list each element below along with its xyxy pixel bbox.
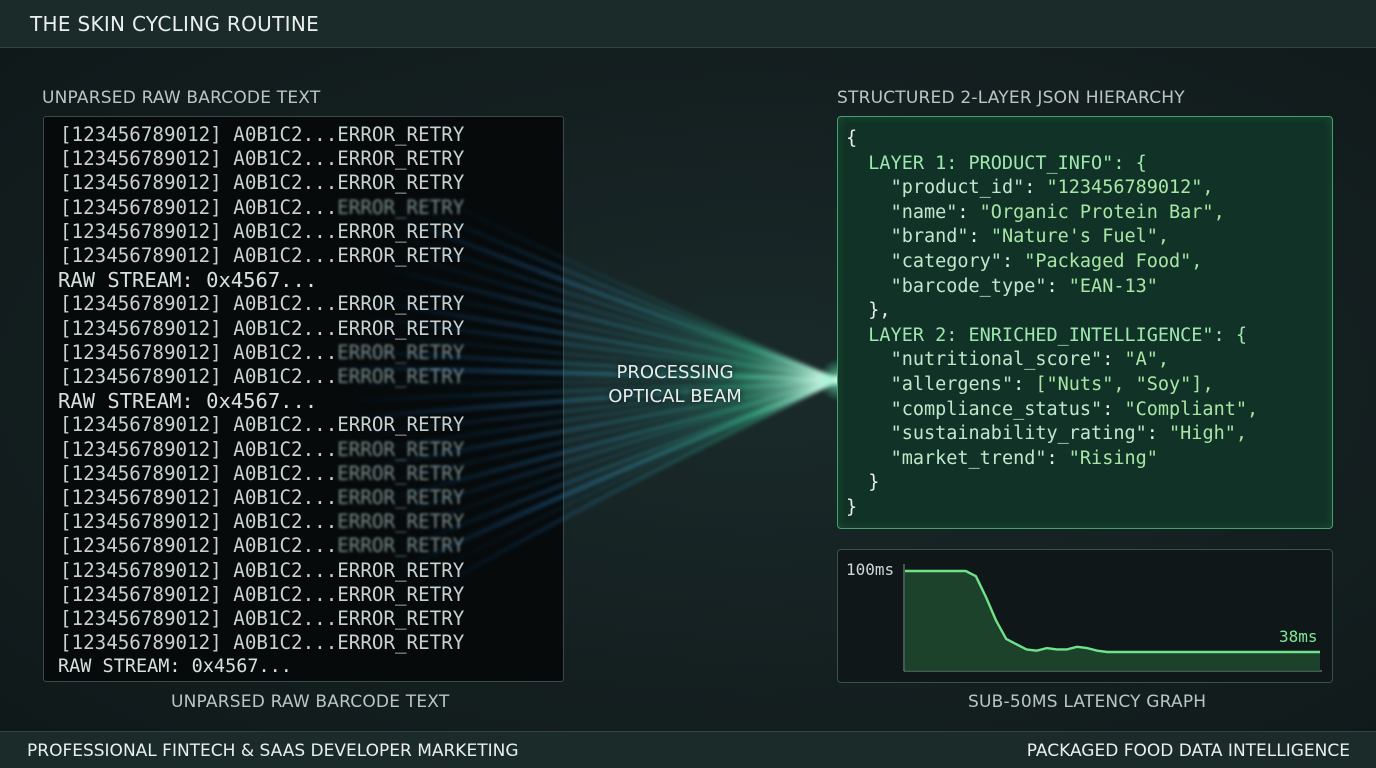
- json-value: "Compliant",: [1124, 398, 1259, 420]
- raw-line-head: [123456789012] A0B1C2...: [60, 486, 338, 510]
- footer-left-text: PROFESSIONAL FINTECH & SAAS DEVELOPER MA…: [27, 741, 519, 761]
- json-key: "product_id": [890, 177, 1025, 199]
- latency-graph-panel: 100ms 38ms: [837, 549, 1333, 683]
- json-field: "nutritional_score": "A",: [890, 349, 1170, 371]
- graph-end-label: 38ms: [1279, 627, 1318, 646]
- beam-label: PROCESSING OPTICAL BEAM: [596, 361, 754, 409]
- raw-line-head: [123456789012] A0B1C2...: [60, 437, 338, 461]
- json-field: "allergens": ["Nuts", "Soy"],: [890, 373, 1214, 395]
- json-value: ["Nuts", "Soy"],: [1035, 373, 1214, 395]
- beam-label-line1: PROCESSING: [616, 362, 734, 383]
- json-value: "EAN-13": [1068, 275, 1158, 297]
- raw-line-head: [123456789012] A0B1C2...: [60, 340, 338, 364]
- latency-graph-caption: SUB-50MS LATENCY GRAPH: [968, 692, 1207, 712]
- json-key: "name": [890, 201, 958, 223]
- json-hierarchy-panel: { LAYER 1: PRODUCT_INFO": { "product_id"…: [837, 116, 1333, 529]
- raw-line-head: [123456789012] A0B1C2...: [60, 510, 338, 534]
- page-title: THE SKIN CYCLING ROUTINE: [30, 12, 320, 36]
- raw-panel-caption: UNPARSED RAW BARCODE TEXT: [171, 692, 450, 712]
- json-field: "category": "Packaged Food",: [890, 250, 1203, 272]
- json-open-brace: {: [846, 128, 858, 149]
- json-key: "nutritional_score": [890, 349, 1103, 371]
- json-field: "market_trend": "Rising": [890, 447, 1158, 469]
- layer2-header-text: LAYER 2: ENRICHED_INTELLIGENCE": {: [868, 324, 1247, 346]
- json-layer2-close: }: [846, 471, 1258, 496]
- beam-ray: [389, 212, 841, 382]
- raw-panel-heading: UNPARSED RAW BARCODE TEXT: [42, 88, 321, 108]
- json-value: "A",: [1124, 349, 1170, 371]
- layer1-header-text: LAYER 1: PRODUCT_INFO": {: [868, 152, 1147, 174]
- json-value: "Nature's Fuel",: [990, 226, 1170, 248]
- raw-line: [123456789012] A0B1C2...ERROR_RETRY: [60, 123, 465, 146]
- layer1-close-text: },: [868, 300, 891, 322]
- raw-line: [123456789012] A0B1C2...ERROR_RETRY: [60, 147, 465, 171]
- raw-line-head: [123456789012] A0B1C2...: [60, 461, 338, 485]
- raw-line-head: [123456789012] A0B1C2...: [60, 534, 338, 558]
- footer-right-text: PACKAGED FOOD DATA INTELLIGENCE: [1026, 741, 1350, 761]
- latency-area-fill: [905, 571, 1320, 671]
- json-field: "name": "Organic Protein Bar",: [890, 201, 1225, 223]
- json-key: "category": [890, 250, 1002, 272]
- json-field: "product_id": "123456789012",: [890, 177, 1214, 199]
- json-field: "sustainability_rating": "High",: [890, 423, 1247, 445]
- beam-ray: [407, 378, 841, 607]
- top-bar: THE SKIN CYCLING ROUTINE: [0, 0, 1376, 48]
- beam-rays: [330, 180, 841, 607]
- json-key: "compliance_status": [890, 398, 1103, 420]
- json-value: "Packaged Food",: [1024, 250, 1203, 272]
- raw-line-head: [123456789012] A0B1C2...: [60, 195, 338, 219]
- json-lines-list: { LAYER 1: PRODUCT_INFO": { "product_id"…: [846, 127, 1258, 521]
- json-value: "Organic Protein Bar",: [979, 201, 1225, 223]
- raw-line: [123456789012] A0B1C2...ERROR_RETRY: [60, 631, 465, 655]
- json-field: "brand": "Nature's Fuel",: [890, 226, 1170, 248]
- json-key: "brand": [890, 226, 969, 248]
- raw-line-head: [123456789012] A0B1C2...: [60, 365, 338, 389]
- json-value: "High",: [1169, 423, 1247, 445]
- json-value: "123456789012",: [1046, 177, 1214, 199]
- json-layer1-close: },: [846, 299, 1258, 324]
- bottom-bar: PROFESSIONAL FINTECH & SAAS DEVELOPER MA…: [0, 731, 1376, 768]
- optical-beam-graphic: [330, 180, 850, 607]
- raw-stream-line: RAW STREAM: 0x4567...: [58, 656, 292, 678]
- latency-graph-svg: [903, 564, 1322, 672]
- json-panel-heading: STRUCTURED 2-LAYER JSON HIERARCHY: [837, 88, 1185, 108]
- json-layer2-header: LAYER 2: ENRICHED_INTELLIGENCE": {: [846, 324, 1258, 349]
- json-value: "Rising": [1068, 447, 1158, 469]
- json-close-brace: }: [846, 496, 858, 518]
- json-field: "barcode_type": "EAN-13": [890, 275, 1158, 297]
- graph-y-label: 100ms: [846, 560, 895, 579]
- json-key: "barcode_type": [890, 275, 1047, 297]
- json-field: "compliance_status": "Compliant",: [890, 398, 1259, 420]
- json-key: "market_trend": [890, 447, 1047, 469]
- beam-label-line2: OPTICAL BEAM: [608, 386, 742, 407]
- layer2-close-text: }: [868, 472, 880, 494]
- json-key: "allergens": [890, 373, 1014, 395]
- json-key: "sustainability_rating": [890, 423, 1147, 445]
- json-layer1-header: LAYER 1: PRODUCT_INFO": {: [846, 152, 1258, 177]
